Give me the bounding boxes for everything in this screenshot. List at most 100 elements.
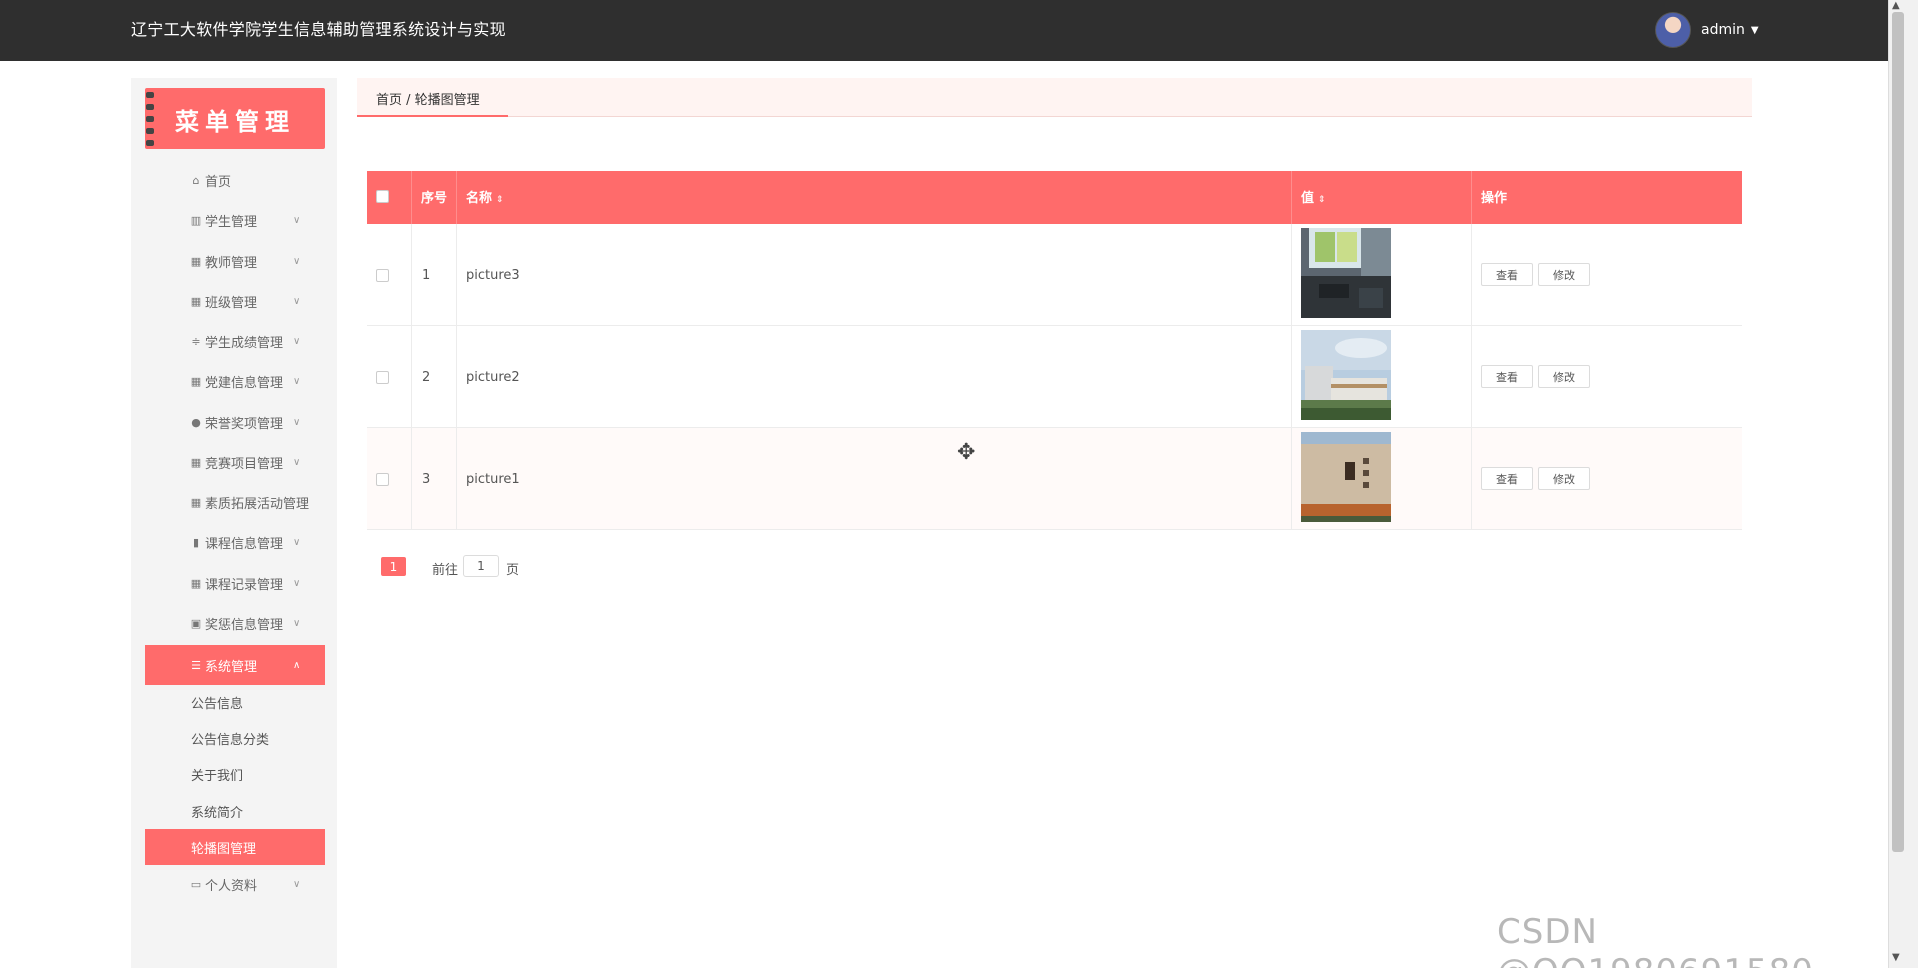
sliders-icon: ≑ [191, 334, 201, 348]
sidebar-item-label: 系统管理 [205, 659, 258, 675]
row-divider [367, 427, 1742, 428]
app-title: 辽宁工大软件学院学生信息辅助管理系统设计与实现 [131, 20, 506, 39]
header-index: 序号 [421, 191, 448, 206]
pin-icon: ● [191, 415, 201, 429]
chevron-down-icon: ∨ [293, 617, 301, 629]
card-icon: ▭ [190, 877, 202, 891]
scrollbar-thumb[interactable] [1892, 12, 1904, 852]
table-row [367, 428, 1742, 529]
sidebar-subitem-about[interactable]: 关于我们 [145, 756, 325, 792]
notebook-spiral-icon [146, 92, 154, 146]
row-name: picture3 [466, 268, 520, 283]
sidebar-item-courses[interactable]: ▮ 课程信息管理 ∨ [145, 522, 325, 562]
edit-button[interactable]: 修改 [1538, 263, 1590, 286]
view-button[interactable]: 查看 [1481, 467, 1533, 490]
table-row [367, 224, 1742, 325]
sidebar-item-system[interactable]: ☰ 系统管理 ∧ [145, 645, 325, 685]
edit-button[interactable]: 修改 [1538, 365, 1590, 388]
move-cursor-icon: ✥ [957, 440, 976, 465]
breadcrumb-divider [357, 116, 1752, 117]
watermark: CSDN @QQ1980691580 [1497, 912, 1813, 968]
sidebar-subitem-notices[interactable]: 公告信息 [145, 684, 325, 720]
sidebar-item-activities[interactable]: ▦ 素质拓展活动管理 [145, 482, 325, 522]
photo-window-interior [1301, 228, 1391, 318]
sidebar-item-label: 课程信息管理 [205, 536, 284, 552]
sidebar-item-home[interactable]: ⌂ 首页 [145, 160, 325, 200]
column-divider [1291, 224, 1292, 530]
carousel-image-thumbnail[interactable] [1301, 432, 1391, 522]
sidebar-item-label: 荣誉奖项管理 [205, 416, 284, 432]
sidebar-subitem-intro[interactable]: 系统简介 [145, 793, 325, 829]
sidebar-item-course-records[interactable]: ▦ 课程记录管理 ∨ [145, 563, 325, 603]
row-index: 1 [422, 268, 431, 283]
home-icon: ⌂ [192, 173, 200, 187]
sidebar-item-label: 学生成绩管理 [205, 335, 284, 351]
sidebar-item-label: 竞赛项目管理 [205, 456, 284, 472]
column-divider [1291, 171, 1292, 224]
sidebar-item-label: 课程记录管理 [205, 577, 284, 593]
table-row [367, 326, 1742, 427]
row-divider [367, 325, 1742, 326]
chevron-down-icon: ∨ [293, 214, 301, 226]
scroll-up-icon[interactable]: ▲ [1892, 0, 1900, 11]
chevron-down-icon: ∨ [293, 416, 301, 428]
sidebar-item-label: 首页 [205, 174, 232, 190]
list-icon: ☰ [191, 658, 201, 672]
sidebar-item-rewards[interactable]: ▣ 奖惩信息管理 ∨ [145, 603, 325, 643]
carousel-image-thumbnail[interactable] [1301, 330, 1391, 420]
chevron-down-icon: ∨ [293, 255, 301, 267]
row-checkbox[interactable] [376, 473, 389, 486]
page-number-current[interactable]: 1 [381, 557, 406, 576]
sidebar-item-profile[interactable]: ▭ 个人资料 ∨ [145, 864, 325, 904]
sort-icon[interactable]: ⇕ [1318, 195, 1326, 205]
chevron-up-icon: ∧ [293, 659, 301, 671]
view-button[interactable]: 查看 [1481, 263, 1533, 286]
row-checkbox[interactable] [376, 269, 389, 282]
grid-icon: ▦ [190, 576, 202, 590]
column-divider [1471, 171, 1472, 224]
sidebar-item-honors[interactable]: ● 荣誉奖项管理 ∨ [145, 402, 325, 442]
photo-building-facade [1301, 432, 1391, 522]
carousel-image-thumbnail[interactable] [1301, 228, 1391, 318]
user-name[interactable]: admin [1701, 22, 1745, 38]
avatar[interactable] [1655, 12, 1691, 48]
sidebar-subitem-carousel[interactable]: 轮播图管理 [145, 829, 325, 865]
chevron-down-icon: ∨ [293, 335, 301, 347]
sidebar-item-students[interactable]: ▥ 学生管理 ∨ [145, 200, 325, 240]
breadcrumb[interactable]: 首页 / 轮播图管理 [376, 89, 480, 108]
header-name[interactable]: 名称 ⇕ [466, 187, 504, 206]
sidebar-item-teachers[interactable]: ▦ 教师管理 ∨ [145, 241, 325, 281]
goto-page-input[interactable]: 1 [463, 555, 499, 577]
header-value[interactable]: 值 ⇕ [1301, 187, 1326, 206]
edit-button[interactable]: 修改 [1538, 467, 1590, 490]
sidebar-item-grades[interactable]: ≑ 学生成绩管理 ∨ [145, 321, 325, 361]
sort-icon[interactable]: ⇕ [496, 195, 504, 205]
view-button[interactable]: 查看 [1481, 365, 1533, 388]
sidebar-item-label: 素质拓展活动管理 [205, 496, 310, 512]
chevron-down-icon: ∨ [293, 375, 301, 387]
chevron-down-icon: ∨ [293, 295, 301, 307]
sidebar-item-party[interactable]: ▦ 党建信息管理 ∨ [145, 361, 325, 401]
grid-icon: ▦ [190, 294, 202, 308]
sidebar-item-label: 学生管理 [205, 214, 258, 230]
row-index: 2 [422, 370, 431, 385]
header-value-label: 值 [1301, 191, 1315, 206]
select-all-checkbox[interactable] [376, 190, 389, 203]
column-divider [456, 224, 457, 530]
clipboard-icon: ▣ [190, 616, 202, 630]
row-index: 3 [422, 472, 431, 487]
sidebar-item-label: 党建信息管理 [205, 375, 284, 391]
menu-banner-title: 菜单管理 [175, 107, 295, 136]
user-menu[interactable]: admin ▼ [1655, 12, 1759, 48]
sidebar-item-competitions[interactable]: ▦ 竞赛项目管理 ∨ [145, 442, 325, 482]
sidebar-item-classes[interactable]: ▦ 班级管理 ∨ [145, 281, 325, 321]
grid-icon: ▦ [190, 254, 202, 268]
row-checkbox[interactable] [376, 371, 389, 384]
grid-icon: ▦ [190, 455, 202, 469]
header-actions: 操作 [1481, 191, 1508, 206]
caret-down-icon[interactable]: ▼ [1751, 25, 1759, 36]
goto-suffix: 页 [506, 563, 520, 578]
sidebar-item-label: 奖惩信息管理 [205, 617, 284, 633]
goto-label: 前往 [432, 563, 459, 578]
sidebar-subitem-notice-categories[interactable]: 公告信息分类 [145, 720, 325, 756]
